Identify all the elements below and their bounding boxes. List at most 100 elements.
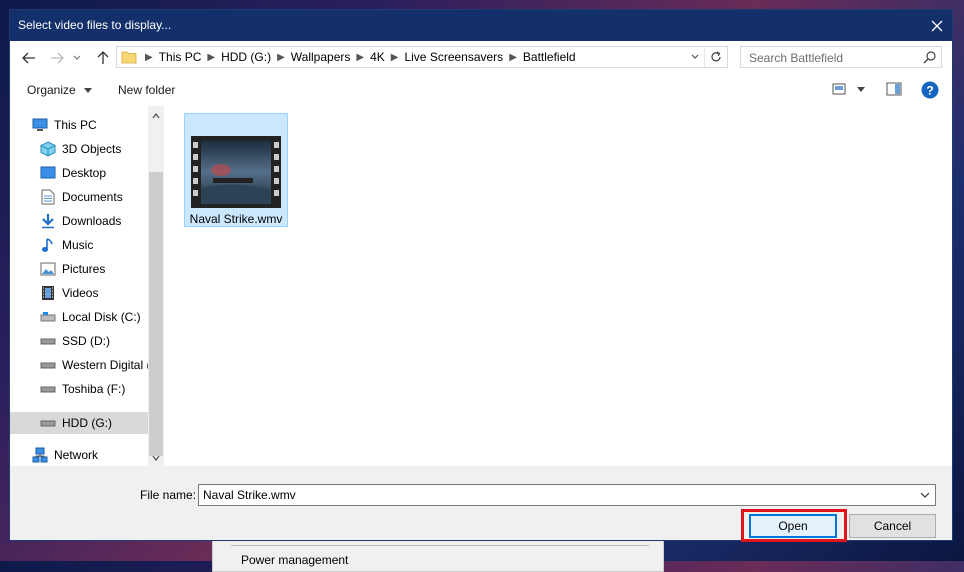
chevron-down-icon	[84, 87, 93, 93]
view-icon	[832, 83, 865, 95]
cube-icon	[40, 141, 56, 157]
chevron-down-icon	[73, 55, 81, 60]
sidebar-item-label: Toshiba (F:)	[62, 382, 126, 396]
dialog-title: Select video files to display...	[18, 18, 172, 32]
refresh-button[interactable]	[704, 47, 727, 67]
breadcrumb-separator: ▶	[207, 51, 216, 63]
breadcrumb-separator: ▶	[390, 51, 399, 63]
new-folder-button[interactable]: New folder	[118, 83, 175, 97]
organize-label: Organize	[27, 83, 76, 97]
breadcrumb-4k[interactable]: 4K	[370, 50, 391, 64]
sidebar-item-label: Desktop	[62, 166, 107, 180]
sidebar-item-label: Documents	[62, 190, 123, 204]
background-window: Power management	[212, 540, 664, 572]
breadcrumb-separator: ▶	[509, 51, 517, 63]
file-name: Naval Strike.wmv	[189, 212, 283, 226]
forward-button[interactable]	[46, 47, 68, 69]
chevron-down-icon	[920, 492, 930, 498]
sidebar-item-pictures[interactable]: Pictures	[40, 258, 148, 280]
arrow-left-icon	[22, 52, 35, 64]
preview-pane-icon	[886, 82, 902, 96]
sidebar-item-documents[interactable]: Documents	[40, 186, 148, 208]
view-options-button[interactable]	[832, 82, 866, 99]
sidebar-item-label: Network	[54, 448, 99, 462]
cancel-button[interactable]: Cancel	[849, 514, 936, 538]
scroll-down-button[interactable]	[148, 450, 164, 466]
breadcrumb-live-screensavers[interactable]: Live Screensavers	[404, 50, 509, 64]
file-name-value: Naval Strike.wmv	[203, 488, 296, 502]
sidebar-item-this-pc[interactable]: This PC	[32, 114, 148, 136]
file-name-label: File name:	[140, 488, 197, 502]
navigation-scrollbar[interactable]	[148, 106, 164, 466]
sidebar-item-label: 3D Objects	[62, 142, 122, 156]
arrow-up-icon	[97, 51, 109, 64]
breadcrumb-separator: ▶	[277, 51, 285, 63]
drive-icon	[40, 381, 56, 397]
help-button[interactable]: ?	[921, 81, 939, 102]
title-bar: Select video files to display...	[10, 10, 952, 41]
refresh-icon	[711, 51, 721, 62]
background-label: Power management	[241, 553, 349, 567]
search-placeholder: Search Battlefield	[749, 51, 844, 65]
breadcrumb-hdd[interactable]: HDD (G:)	[221, 50, 277, 64]
breadcrumb-wallpapers[interactable]: Wallpapers	[291, 50, 357, 64]
sidebar-item-label: SSD (D:)	[62, 334, 110, 348]
sidebar-item-ssd-d[interactable]: SSD (D:)	[40, 330, 148, 352]
sidebar-item-toshiba-f[interactable]: Toshiba (F:)	[40, 378, 148, 400]
sidebar-item-music[interactable]: Music	[40, 234, 148, 256]
sidebar-item-local-disk-c[interactable]: Local Disk (C:)	[40, 306, 148, 328]
close-button[interactable]	[922, 10, 952, 41]
sidebar-item-label: Music	[62, 238, 94, 252]
svg-text:?: ?	[926, 84, 933, 98]
help-icon: ?	[921, 81, 939, 99]
document-icon	[40, 189, 56, 205]
dialog-footer: File name: Naval Strike.wmv Open Cancel	[10, 466, 952, 542]
breadcrumb-this-pc[interactable]: This PC	[159, 50, 208, 64]
command-bar: Organize New folder ?	[10, 75, 952, 107]
drive-icon	[40, 415, 56, 431]
preview-pane-button[interactable]	[886, 82, 902, 99]
sidebar-item-3d-objects[interactable]: 3D Objects	[40, 138, 148, 160]
sidebar-item-label: Pictures	[62, 262, 106, 276]
sidebar-item-videos[interactable]: Videos	[40, 282, 148, 304]
open-button[interactable]: Open	[749, 514, 837, 538]
sidebar-item-label: HDD (G:)	[62, 416, 112, 430]
drive-icon	[40, 357, 56, 373]
sidebar-item-hdd-g[interactable]: HDD (G:)	[10, 412, 148, 434]
sidebar-item-label: Western Digital (	[62, 358, 148, 372]
recent-locations-button[interactable]	[70, 47, 84, 69]
scrollbar-thumb[interactable]	[149, 172, 163, 456]
scroll-up-button[interactable]	[148, 108, 164, 124]
music-icon	[40, 237, 56, 253]
sidebar-item-desktop[interactable]: Desktop	[40, 162, 148, 184]
video-thumbnail-icon	[191, 136, 281, 208]
breadcrumb-battlefield[interactable]: Battlefield	[523, 50, 582, 64]
sidebar-item-network[interactable]: Network	[32, 444, 148, 466]
sidebar-item-western-digital[interactable]: Western Digital (	[40, 354, 148, 376]
file-name-dropdown-button[interactable]	[917, 487, 933, 503]
chevron-up-icon	[152, 113, 160, 119]
desktop-icon	[40, 165, 56, 181]
up-button[interactable]	[92, 47, 114, 69]
chevron-down-icon	[152, 455, 160, 461]
sidebar-item-downloads[interactable]: Downloads	[40, 210, 148, 232]
organize-button[interactable]: Organize	[27, 83, 93, 97]
sidebar-item-label: This PC	[54, 118, 97, 132]
network-icon	[32, 447, 48, 463]
address-dropdown-button[interactable]	[687, 49, 703, 65]
folder-icon	[121, 49, 137, 65]
file-name-input[interactable]: Naval Strike.wmv	[198, 484, 936, 506]
address-bar[interactable]: ▶ This PC ▶ HDD (G:) ▶ Wallpapers ▶ 4K ▶…	[116, 46, 728, 68]
search-icon	[923, 50, 937, 67]
file-item[interactable]: Naval Strike.wmv	[184, 113, 288, 227]
arrow-right-icon	[51, 52, 64, 64]
drive-icon	[40, 309, 56, 325]
background-divider	[231, 545, 649, 546]
search-box[interactable]: Search Battlefield	[740, 46, 942, 68]
navigation-pane: This PC 3D Objects Desktop Documents Dow…	[10, 106, 164, 466]
file-open-dialog: Select video files to display... ▶ This …	[9, 9, 953, 542]
back-button[interactable]	[18, 47, 40, 69]
videos-icon	[40, 285, 56, 301]
close-icon	[931, 20, 943, 31]
chevron-down-icon	[691, 54, 699, 59]
